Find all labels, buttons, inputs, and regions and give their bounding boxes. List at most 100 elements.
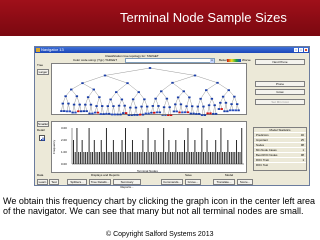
tree-node[interactable] (219, 101, 222, 104)
chart-bar[interactable] (211, 152, 213, 164)
tree-node[interactable] (60, 110, 63, 112)
tree-node[interactable] (117, 104, 121, 107)
tree-node[interactable] (154, 97, 157, 100)
smaller-button[interactable]: Smaller (37, 121, 49, 127)
tree-node[interactable] (179, 103, 183, 106)
tree-node[interactable] (172, 110, 176, 113)
tree-node[interactable] (100, 105, 104, 107)
tree-node[interactable] (93, 111, 97, 114)
tree-node[interactable] (145, 105, 149, 108)
tree-node[interactable] (134, 106, 138, 109)
tree-node[interactable] (207, 104, 211, 107)
chart-bar[interactable] (225, 152, 227, 164)
tree-node[interactable] (171, 81, 174, 84)
chart-bar[interactable] (151, 152, 153, 164)
chart-bar[interactable] (126, 152, 128, 164)
chart-bar[interactable] (105, 128, 107, 164)
chart-bar[interactable] (85, 152, 87, 164)
chart-bar[interactable] (164, 152, 166, 164)
tree-node[interactable] (65, 110, 69, 113)
learn-button[interactable]: Learn (37, 179, 48, 185)
tree-node[interactable] (158, 111, 162, 114)
chart-bar[interactable] (138, 152, 140, 164)
tree-node[interactable] (175, 110, 178, 113)
tree-node[interactable] (188, 96, 191, 99)
tree-node[interactable] (213, 104, 216, 107)
tree-node[interactable] (221, 95, 225, 98)
chart-bar[interactable] (137, 152, 139, 164)
chart-bar[interactable] (237, 152, 239, 164)
chart-bar[interactable] (175, 140, 177, 164)
chart-bar[interactable] (104, 152, 106, 164)
chart-bar[interactable] (76, 128, 78, 164)
tree-node[interactable] (203, 114, 207, 117)
chart-bar[interactable] (118, 152, 120, 164)
chart-bar[interactable] (78, 152, 80, 164)
chart-bar[interactable] (144, 152, 146, 164)
chart-bar[interactable] (185, 152, 187, 164)
tree-node[interactable] (162, 106, 166, 109)
chart-bar[interactable] (229, 152, 231, 164)
tree-node[interactable] (227, 89, 230, 92)
chart-bar[interactable] (196, 152, 198, 164)
chart-bar[interactable] (158, 152, 159, 164)
tree-node[interactable] (124, 112, 128, 114)
chart-bar[interactable] (161, 152, 163, 164)
chart-bar[interactable] (154, 140, 156, 164)
tree-node[interactable] (108, 112, 111, 115)
tree-node[interactable] (226, 110, 229, 113)
tree-node[interactable] (112, 105, 115, 108)
tree-node[interactable] (120, 98, 124, 101)
tree-node[interactable] (220, 108, 223, 110)
close-icon[interactable] (304, 48, 308, 52)
chart-bar[interactable] (206, 140, 208, 164)
chart-bar[interactable] (215, 140, 217, 164)
chart-bar[interactable] (203, 152, 205, 164)
tree-node[interactable] (109, 98, 112, 101)
chart-bar[interactable] (170, 152, 172, 164)
chart-bar[interactable] (178, 152, 180, 164)
tree-node[interactable] (147, 112, 150, 115)
tree-node[interactable] (86, 96, 90, 99)
tree-details-button[interactable]: Tree Details... (89, 179, 111, 185)
tree-node[interactable] (143, 98, 146, 101)
chart-bar[interactable] (208, 152, 210, 164)
chart-bar[interactable] (194, 140, 196, 164)
tree-node[interactable] (202, 105, 205, 108)
tree-node[interactable] (169, 114, 173, 117)
tree-node[interactable] (129, 106, 132, 109)
chart-bar[interactable] (204, 152, 206, 164)
tree-node[interactable] (84, 103, 87, 106)
chart-bar[interactable] (102, 152, 104, 164)
chart-bar[interactable] (159, 152, 161, 164)
tree-node[interactable] (64, 95, 67, 98)
chart-bar[interactable] (168, 140, 170, 164)
tree-node[interactable] (183, 111, 187, 114)
tree-node[interactable] (157, 105, 160, 107)
tree-node[interactable] (164, 115, 167, 118)
translate-button[interactable]: Translate... (213, 179, 235, 185)
chart-bar[interactable] (135, 152, 137, 164)
chart-bar[interactable] (192, 152, 194, 164)
tree-node[interactable] (122, 112, 125, 114)
tree-node[interactable] (190, 105, 194, 108)
chart-bar[interactable] (171, 152, 173, 164)
tree-node[interactable] (96, 111, 100, 114)
tree-node[interactable] (141, 113, 145, 116)
tree-node[interactable] (217, 108, 221, 110)
chart-bar[interactable] (173, 152, 175, 164)
tree-node[interactable] (119, 113, 122, 116)
chart-bar[interactable] (216, 152, 218, 164)
tree-node[interactable] (186, 111, 190, 114)
tree-node[interactable] (150, 111, 153, 114)
tree-node[interactable] (210, 97, 214, 100)
window-titlebar[interactable]: Navigator 13 (35, 47, 309, 53)
tree-node[interactable] (176, 96, 180, 99)
tree-node[interactable] (74, 111, 77, 114)
tree-node[interactable] (123, 104, 126, 107)
tree-node[interactable] (92, 88, 95, 91)
tree-node[interactable] (85, 110, 88, 113)
chart-bar[interactable] (177, 152, 179, 164)
chart-bar[interactable] (223, 152, 225, 164)
tree-node[interactable] (81, 82, 84, 85)
